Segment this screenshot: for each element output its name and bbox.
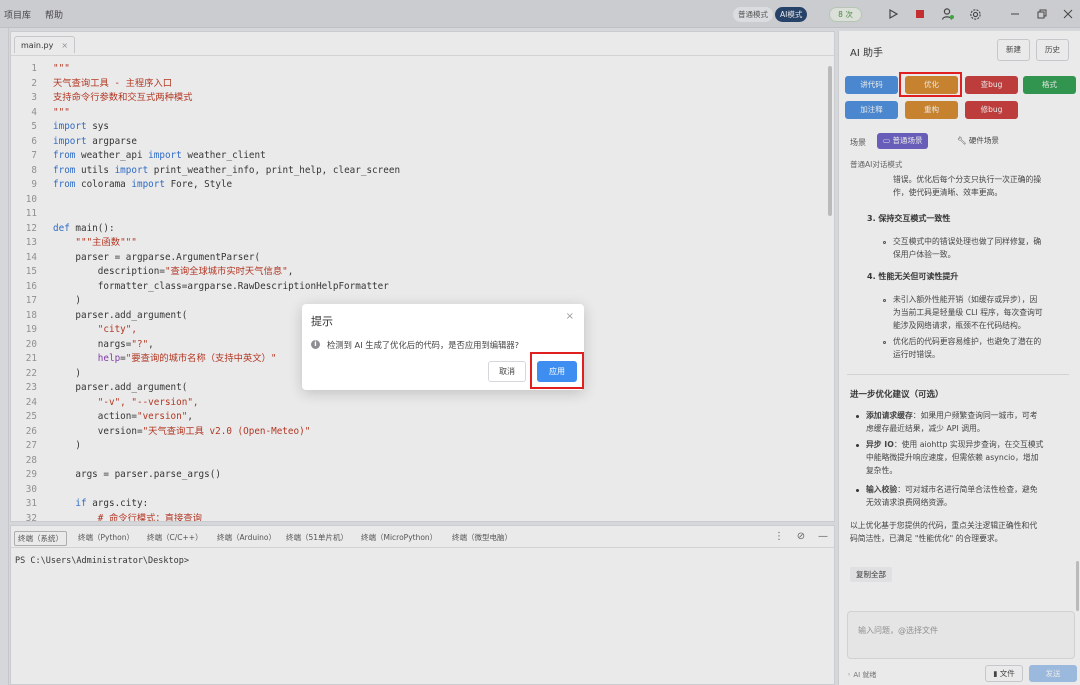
info-icon: i	[311, 340, 320, 349]
cancel-button[interactable]: 取消	[488, 361, 526, 382]
dialog-close-icon[interactable]: ×	[566, 311, 574, 322]
apply-button[interactable]: 应用	[537, 361, 577, 382]
confirm-dialog: 提示 × i 检测到 AI 生成了优化后的代码，是否应用到编辑器? 取消 应用	[302, 304, 584, 390]
dialog-title: 提示	[311, 315, 333, 328]
dialog-message: 检测到 AI 生成了优化后的代码，是否应用到编辑器?	[327, 340, 520, 350]
